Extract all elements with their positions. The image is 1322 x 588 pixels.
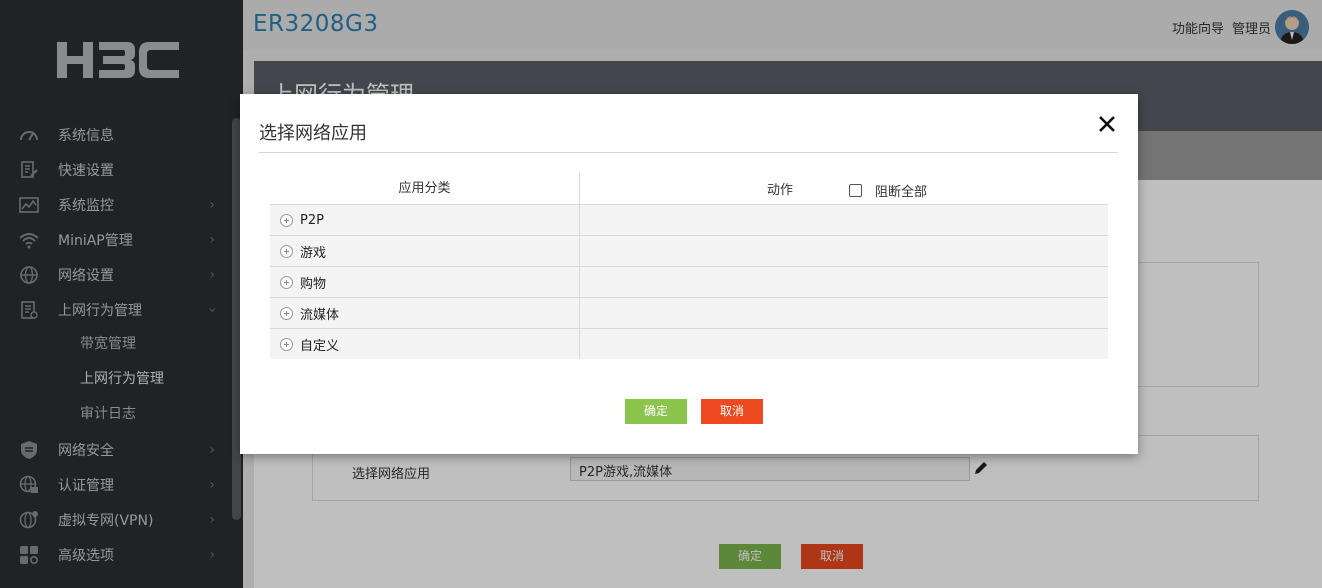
category-cell: 自定义: [270, 329, 580, 359]
category-cell: 购物: [270, 267, 580, 297]
category-cell: 游戏: [270, 236, 580, 266]
category-label: 自定义: [300, 338, 340, 354]
table-row: 自定义: [270, 328, 1108, 359]
column-header-action-cell: 动作 阻断全部: [580, 173, 1108, 204]
action-cell: [580, 267, 1108, 297]
column-header-category: 应用分类: [270, 173, 580, 204]
category-cell: P2P: [270, 205, 580, 235]
expand-plus-icon[interactable]: [280, 275, 293, 289]
table-row: P2P: [270, 204, 1108, 235]
block-all-checkbox[interactable]: [849, 184, 862, 197]
dialog-ok-button[interactable]: 确定: [625, 399, 687, 424]
action-cell: [580, 205, 1108, 235]
table-header: 应用分类 动作 阻断全部: [270, 173, 1108, 204]
table-row: 流媒体: [270, 297, 1108, 328]
category-label: 流媒体: [300, 307, 340, 323]
dialog-cancel-button[interactable]: 取消: [701, 399, 763, 424]
dialog-title: 选择网络应用: [259, 123, 367, 144]
action-cell: [580, 298, 1108, 328]
block-all-label: 阻断全部: [875, 185, 928, 200]
table-row: 游戏: [270, 235, 1108, 266]
dialog-divider: [259, 152, 1118, 153]
expand-plus-icon[interactable]: [280, 306, 293, 320]
expand-plus-icon[interactable]: [280, 244, 293, 258]
table-row: 购物: [270, 266, 1108, 297]
close-icon[interactable]: [1097, 114, 1117, 134]
action-cell: [580, 329, 1108, 359]
category-label: 购物: [300, 276, 327, 292]
column-header-action: 动作: [767, 183, 794, 198]
category-label: P2P: [300, 212, 324, 228]
expand-plus-icon[interactable]: [280, 337, 293, 351]
app-category-table: 应用分类 动作 阻断全部 P2P 游戏 购物 流媒体 自定义: [270, 173, 1108, 359]
expand-plus-icon[interactable]: [280, 213, 293, 227]
select-app-dialog: 选择网络应用 应用分类 动作 阻断全部 P2P 游戏 购物 流媒体 自定义 确定…: [240, 94, 1138, 454]
action-cell: [580, 236, 1108, 266]
category-cell: 流媒体: [270, 298, 580, 328]
category-label: 游戏: [300, 245, 327, 261]
